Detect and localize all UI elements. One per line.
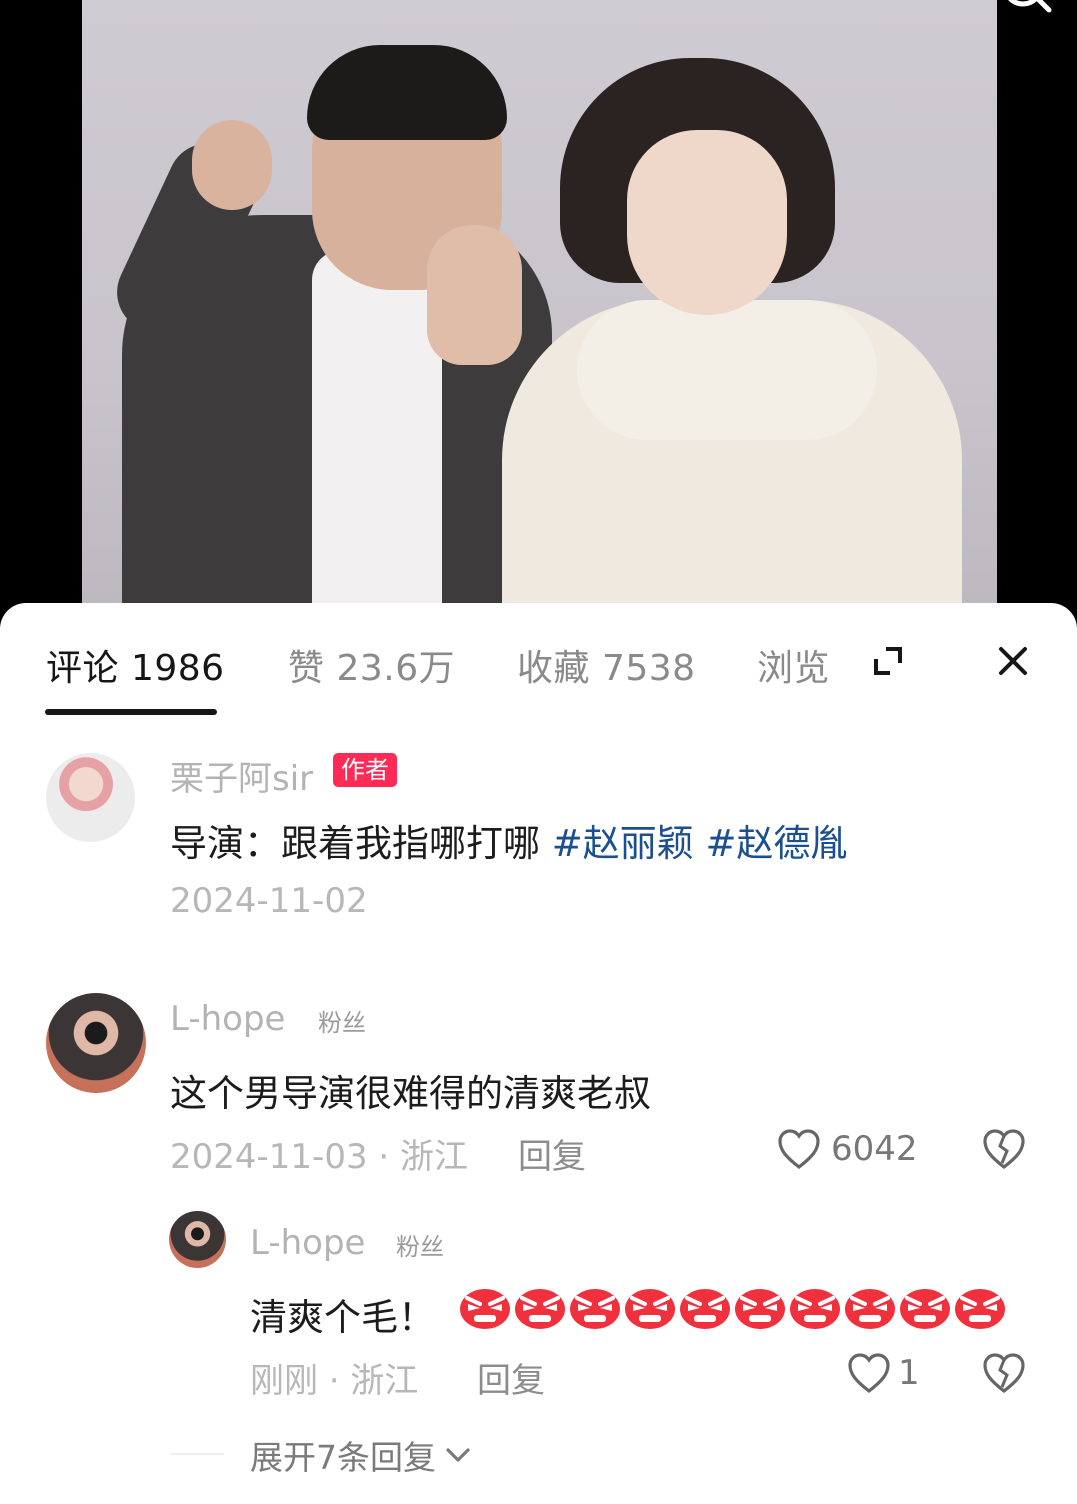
hashtag-link[interactable]: #赵德胤 xyxy=(706,822,848,865)
reply-button[interactable]: 回复 xyxy=(477,1353,545,1402)
avatar[interactable] xyxy=(46,753,135,842)
broken-heart-icon[interactable] xyxy=(981,1127,1027,1171)
woman-face xyxy=(627,130,787,315)
avatar[interactable] xyxy=(169,1211,226,1268)
comment-date: 2024-11-02 xyxy=(170,881,368,921)
avatar[interactable] xyxy=(46,993,146,1093)
angry-face-emoji xyxy=(515,1289,565,1329)
like-count: 1 xyxy=(898,1353,920,1393)
chevron-down-icon xyxy=(446,1448,470,1462)
comment-text: 清爽个毛！ xyxy=(250,1296,435,1339)
woman-sweater-collar xyxy=(577,300,877,440)
fan-badge: 粉丝 xyxy=(396,1233,444,1261)
search-icon[interactable] xyxy=(995,0,1055,25)
expand-replies-button[interactable]: 展开7条回复 xyxy=(250,1431,472,1479)
comment-username[interactable]: 栗子阿sir xyxy=(170,751,313,800)
angry-emoji-row xyxy=(458,1284,1007,1330)
expand-icon[interactable] xyxy=(868,641,908,681)
like-count: 6042 xyxy=(831,1129,918,1169)
reply-button[interactable]: 回复 xyxy=(518,1129,586,1178)
angry-face-emoji xyxy=(900,1289,950,1329)
comment-sheet: 评论 1986 赞 23.6万 收藏 7538 浏览 栗子阿sir 作者 导演：… xyxy=(0,603,1077,1504)
heart-icon[interactable] xyxy=(846,1351,892,1395)
angry-face-emoji xyxy=(735,1289,785,1329)
heart-icon[interactable] xyxy=(776,1127,822,1171)
tab-favorites[interactable]: 收藏 7538 xyxy=(517,639,696,691)
tab-bar: 评论 1986 赞 23.6万 收藏 7538 浏览 xyxy=(0,603,1077,723)
waving-hand xyxy=(427,225,522,365)
close-icon[interactable] xyxy=(993,641,1033,681)
divider xyxy=(170,1453,224,1455)
comment-meta: 刚刚 · 浙江 xyxy=(250,1361,419,1401)
angry-face-emoji xyxy=(680,1289,730,1329)
man-shirt xyxy=(312,250,442,620)
angry-face-emoji xyxy=(955,1289,1005,1329)
tab-likes[interactable]: 赞 23.6万 xyxy=(288,639,455,691)
active-tab-indicator xyxy=(45,709,217,715)
comment-username[interactable]: L-hope xyxy=(170,999,285,1039)
video-frame xyxy=(82,0,997,620)
comment-text-plain: 导演：跟着我指哪打哪 xyxy=(170,822,552,865)
comment-text: 这个男导演很难得的清爽老叔 xyxy=(170,1072,651,1115)
hashtag-link[interactable]: #赵丽颖 xyxy=(552,822,694,865)
tab-comments[interactable]: 评论 1986 xyxy=(46,639,225,691)
comment-username[interactable]: L-hope xyxy=(250,1223,365,1263)
angry-face-emoji xyxy=(460,1289,510,1329)
fan-badge: 粉丝 xyxy=(318,1009,366,1037)
man-pointing-hand xyxy=(192,120,272,210)
broken-heart-icon[interactable] xyxy=(981,1351,1027,1395)
tab-views[interactable]: 浏览 xyxy=(757,639,830,691)
expand-replies-label: 展开7条回复 xyxy=(250,1438,436,1477)
angry-face-emoji xyxy=(790,1289,840,1329)
angry-face-emoji xyxy=(570,1289,620,1329)
angry-face-emoji xyxy=(845,1289,895,1329)
video-player[interactable] xyxy=(0,0,1077,620)
author-badge: 作者 xyxy=(333,753,397,787)
man-hair xyxy=(307,45,507,140)
angry-face-emoji xyxy=(625,1289,675,1329)
comment-text: 导演：跟着我指哪打哪 #赵丽颖 #赵德胤 xyxy=(170,813,848,867)
comment-meta: 2024-11-03 · 浙江 xyxy=(170,1137,469,1177)
